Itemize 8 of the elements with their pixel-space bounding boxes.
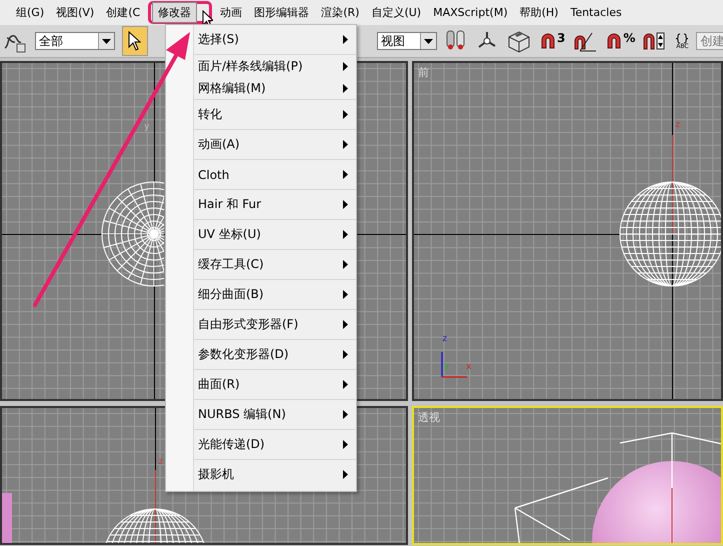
axis-label: z [442, 335, 448, 344]
axis-label: z [675, 121, 680, 130]
axis-label: y [144, 123, 150, 132]
viewport-label: 前 [418, 65, 429, 80]
axis-label: x [466, 363, 472, 372]
axis-label: z [158, 458, 164, 467]
axis-label: y [444, 362, 450, 371]
viewport-label: 透视 [418, 410, 440, 425]
